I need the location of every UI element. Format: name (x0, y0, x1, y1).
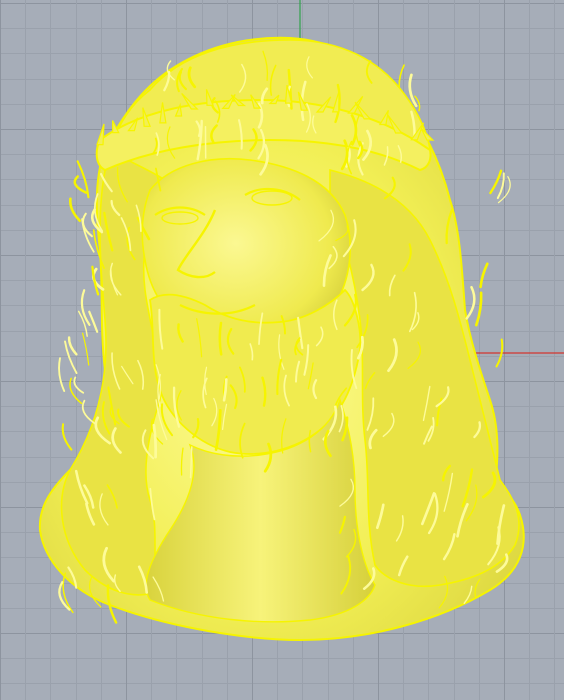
relief-model-icon[interactable] (38, 36, 525, 642)
3d-viewport[interactable] (0, 0, 564, 700)
hair-strand (61, 423, 73, 451)
hair-strand (474, 291, 483, 327)
hair-strand (73, 376, 85, 394)
hair-strand (77, 310, 88, 337)
thorn-spike (96, 123, 105, 146)
hair-strand (58, 357, 66, 392)
hair-strand (479, 262, 489, 289)
hair-strand (81, 332, 90, 366)
hair-strand (88, 310, 99, 333)
hair-strand (68, 197, 82, 222)
hair-strand (67, 336, 78, 356)
viewport-canvas[interactable] (0, 0, 564, 700)
hair-strand (81, 399, 96, 425)
hair-strand (218, 321, 223, 356)
hair-strand (465, 285, 476, 320)
hair-strand (489, 169, 503, 195)
